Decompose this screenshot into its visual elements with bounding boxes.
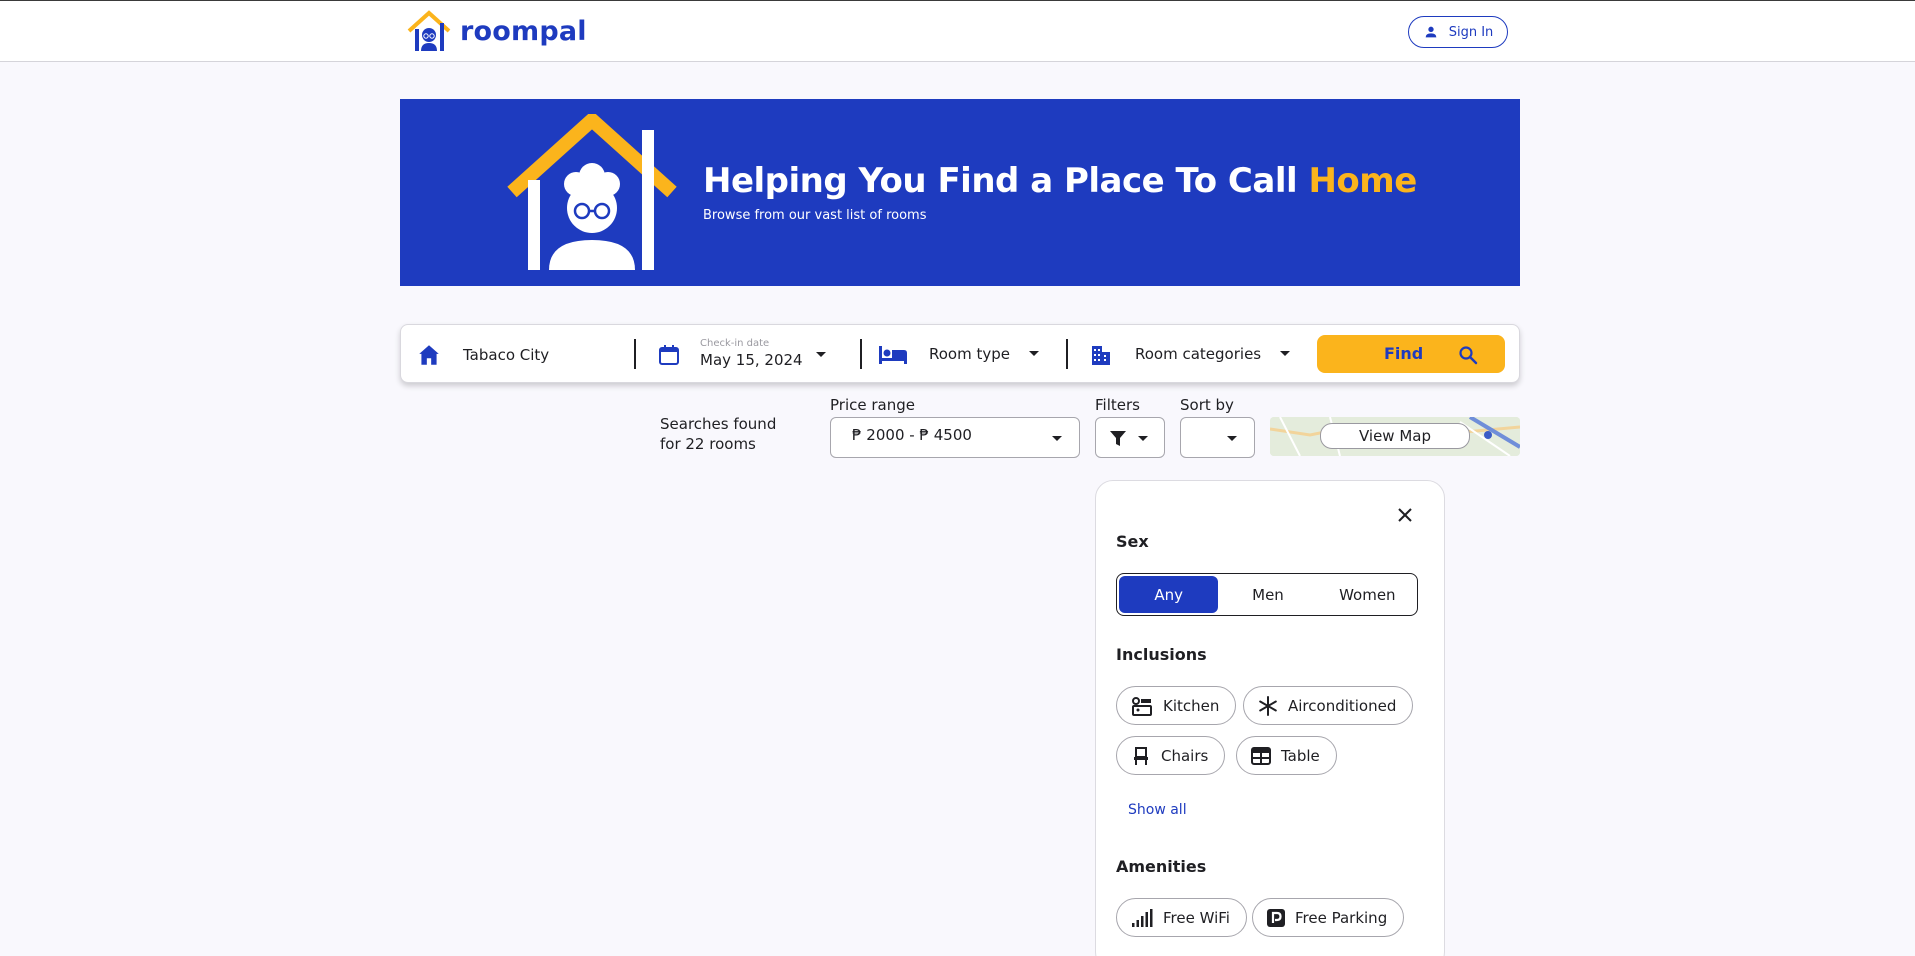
hero-subtitle: Browse from our vast list of rooms [703, 208, 927, 223]
room-type-select[interactable]: Room type [929, 345, 1010, 363]
chevron-down-icon [1052, 436, 1062, 441]
kitchen-icon [1132, 696, 1152, 716]
search-icon [1459, 346, 1478, 365]
sex-segmented-control: Any Men Women [1116, 573, 1418, 616]
inclusion-label: Airconditioned [1288, 696, 1397, 715]
brand-name: roompal [460, 15, 587, 47]
chevron-down-icon [1138, 436, 1148, 441]
inclusion-chip-chairs[interactable]: Chairs [1116, 736, 1226, 775]
snowflake-icon [1259, 695, 1277, 716]
calendar-icon [659, 345, 679, 365]
hero-title: Helping You Find a Place To Call Home [703, 161, 1417, 201]
inclusion-chip-kitchen[interactable]: Kitchen [1116, 686, 1237, 725]
hero-title-main: Helping You Find a Place To Call [703, 161, 1309, 201]
sort-by-label: Sort by [1180, 396, 1234, 414]
sign-in-button[interactable]: Sign In [1408, 16, 1508, 48]
roompal-logo-icon [407, 10, 451, 51]
table-icon [1251, 746, 1271, 765]
filter-panel: Sex Any Men Women Inclusions Kitchen Air… [1095, 480, 1445, 956]
inclusion-chip-airconditioned[interactable]: Airconditioned [1243, 686, 1414, 725]
divider [634, 339, 636, 369]
close-icon[interactable] [1397, 507, 1413, 523]
person-icon [1425, 26, 1437, 38]
inclusions-title: Inclusions [1116, 645, 1207, 664]
bed-icon [879, 346, 907, 364]
inclusion-chip-table[interactable]: Table [1236, 736, 1337, 775]
view-map-label: View Map [1320, 423, 1470, 449]
inclusion-label: Chairs [1161, 746, 1209, 765]
home-icon [419, 345, 439, 365]
building-icon [1092, 346, 1110, 365]
divider [1066, 339, 1068, 369]
show-all-link[interactable]: Show all [1128, 802, 1187, 818]
sex-option-any[interactable]: Any [1119, 576, 1219, 613]
checkin-date-input[interactable]: May 15, 2024 [700, 351, 803, 369]
checkin-label: Check-in date [700, 338, 770, 349]
price-range-label: Price range [830, 396, 915, 414]
amenity-label: Free Parking [1295, 908, 1388, 927]
chair-icon [1134, 746, 1148, 765]
hero-banner: Helping You Find a Place To Call Home Br… [400, 99, 1520, 286]
inclusion-label: Kitchen [1163, 696, 1220, 715]
sex-option-men[interactable]: Men [1218, 574, 1317, 615]
find-button[interactable]: Find [1317, 335, 1505, 373]
view-map-button[interactable]: View Map [1270, 417, 1520, 456]
filters-label: Filters [1095, 396, 1140, 414]
find-label: Find [1384, 344, 1424, 363]
logo[interactable]: roompal [406, 9, 587, 53]
sort-by-select[interactable] [1180, 417, 1255, 458]
parking-icon [1267, 908, 1285, 927]
sign-in-label: Sign In [1448, 24, 1494, 40]
price-range-select[interactable]: ₱ 2000 - ₱ 4500 [830, 417, 1080, 458]
sex-option-women[interactable]: Women [1318, 574, 1417, 615]
chevron-down-icon[interactable] [1280, 351, 1290, 356]
chevron-down-icon [1227, 436, 1237, 441]
signal-icon [1132, 908, 1153, 927]
amenity-chip-free-wifi[interactable]: Free WiFi [1116, 898, 1247, 937]
amenity-chip-free-parking[interactable]: Free Parking [1252, 898, 1405, 937]
house-mascot-icon [507, 114, 677, 270]
room-categories-select[interactable]: Room categories [1135, 345, 1261, 363]
filters-button[interactable] [1095, 417, 1165, 458]
sex-title: Sex [1116, 532, 1149, 551]
top-navbar: roompal Sign In [0, 0, 1915, 62]
price-range-value: ₱ 2000 - ₱ 4500 [852, 426, 972, 444]
location-input[interactable]: Tabaco City [463, 346, 549, 364]
amenity-label: Free WiFi [1163, 908, 1230, 927]
inclusion-label: Table [1281, 746, 1320, 765]
amenities-title: Amenities [1116, 857, 1207, 876]
results-count: Searches found for 22 rooms [660, 415, 777, 453]
hero-title-accent: Home [1308, 161, 1417, 201]
chevron-down-icon[interactable] [1029, 351, 1039, 356]
filter-icon [1110, 431, 1126, 446]
divider [860, 339, 862, 369]
chevron-down-icon[interactable] [816, 352, 826, 357]
search-bar: Tabaco City Check-in date May 15, 2024 R… [400, 324, 1520, 383]
